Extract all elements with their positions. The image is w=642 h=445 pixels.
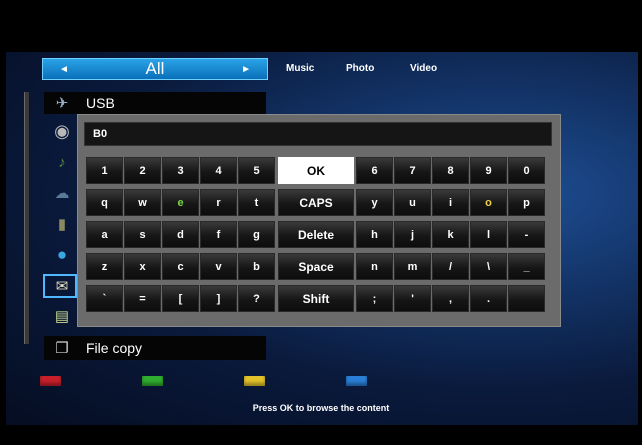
arrow-left-icon[interactable]: ◄ <box>59 64 69 75</box>
key-][interactable]: ] <box>200 285 237 312</box>
key-1[interactable]: 1 <box>86 157 123 184</box>
key-`[interactable]: ` <box>86 285 123 312</box>
key-m[interactable]: m <box>394 253 431 280</box>
key-4[interactable]: 4 <box>200 157 237 184</box>
key-?[interactable]: ? <box>238 285 275 312</box>
key-,[interactable]: , <box>432 285 469 312</box>
key-s[interactable]: s <box>124 221 161 248</box>
key-delete[interactable]: Delete <box>278 221 354 248</box>
key-z[interactable]: z <box>86 253 123 280</box>
yellow-button[interactable] <box>244 376 265 386</box>
key-u[interactable]: u <box>394 189 431 216</box>
key-i[interactable]: i <box>432 189 469 216</box>
upnp-icon[interactable]: ▮ <box>50 214 74 234</box>
file-copy-icon: ❐ <box>55 340 69 357</box>
key-g[interactable]: g <box>238 221 275 248</box>
key-shift[interactable]: Shift <box>278 285 354 312</box>
key-n[interactable]: n <box>356 253 393 280</box>
key-d[interactable]: d <box>162 221 199 248</box>
key-'[interactable]: ' <box>394 285 431 312</box>
help-hint-text: Press OK to browse the content <box>252 403 390 413</box>
tab-music[interactable]: Music <box>286 63 314 74</box>
photo-folder-icon[interactable]: ✉ <box>50 276 74 296</box>
key-q[interactable]: q <box>86 189 123 216</box>
key-y[interactable]: y <box>356 189 393 216</box>
key-space[interactable]: Space <box>278 253 354 280</box>
key-h[interactable]: h <box>356 221 393 248</box>
key-6[interactable]: 6 <box>356 157 393 184</box>
blue-button[interactable] <box>346 376 367 386</box>
key-/[interactable]: / <box>432 253 469 280</box>
key-5[interactable]: 5 <box>238 157 275 184</box>
key-o[interactable]: o <box>470 189 507 216</box>
key-b[interactable]: b <box>238 253 275 280</box>
key-_[interactable]: _ <box>508 253 545 280</box>
playlist-icon[interactable]: ▤ <box>50 306 74 326</box>
key-k[interactable]: k <box>432 221 469 248</box>
usb-icon: ✈ <box>55 95 69 112</box>
key-a[interactable]: a <box>86 221 123 248</box>
sidebar-scrollbar[interactable] <box>24 92 29 344</box>
music-note-icon[interactable]: ♪ <box>50 152 74 172</box>
sidebar-item-file-copy[interactable] <box>44 336 266 360</box>
key-t[interactable]: t <box>238 189 275 216</box>
category-current-label: All <box>145 59 165 78</box>
key-;[interactable]: ; <box>356 285 393 312</box>
key-=[interactable]: = <box>124 285 161 312</box>
key-l[interactable]: l <box>470 221 507 248</box>
key-[[interactable]: [ <box>162 285 199 312</box>
key-.[interactable]: . <box>470 285 507 312</box>
key-j[interactable]: j <box>394 221 431 248</box>
key--[interactable]: - <box>508 221 545 248</box>
green-button[interactable] <box>142 376 163 386</box>
key-7[interactable]: 7 <box>394 157 431 184</box>
key-8[interactable]: 8 <box>432 157 469 184</box>
key-9[interactable]: 9 <box>470 157 507 184</box>
sidebar-item-label: File copy <box>86 340 143 356</box>
arrow-right-icon[interactable]: ► <box>241 64 251 75</box>
globe-icon[interactable]: ● <box>50 245 74 265</box>
disc-icon[interactable]: ◉ <box>50 121 74 141</box>
key-w[interactable]: w <box>124 189 161 216</box>
key-3[interactable]: 3 <box>162 157 199 184</box>
media-browser-screen: ◄ All ► Music Photo Video ✈ USB ◉ ♪ ☁ ▮ … <box>0 0 642 445</box>
network-icon[interactable]: ☁ <box>50 183 74 203</box>
key-\[interactable]: \ <box>470 253 507 280</box>
keyboard-input-field[interactable]: B0 <box>84 122 552 146</box>
red-button[interactable] <box>40 376 61 386</box>
tab-video[interactable]: Video <box>410 63 437 74</box>
key-p[interactable]: p <box>508 189 545 216</box>
key-x[interactable]: x <box>124 253 161 280</box>
key-c[interactable]: c <box>162 253 199 280</box>
sidebar-item-label: USB <box>86 95 115 111</box>
tab-photo[interactable]: Photo <box>346 63 374 74</box>
sidebar-item-usb[interactable] <box>44 92 266 114</box>
key-r[interactable]: r <box>200 189 237 216</box>
key-0[interactable]: 0 <box>508 157 545 184</box>
key-f[interactable]: f <box>200 221 237 248</box>
key-v[interactable]: v <box>200 253 237 280</box>
key-caps[interactable]: CAPS <box>278 189 354 216</box>
key-2[interactable]: 2 <box>124 157 161 184</box>
key-blank[interactable] <box>508 285 545 312</box>
key-e[interactable]: e <box>162 189 199 216</box>
key-ok[interactable]: OK <box>278 157 354 184</box>
category-selector[interactable]: ◄ All ► <box>42 58 268 80</box>
onscreen-keyboard-dialog: B0 1 2 3 4 5 OK 6 7 8 9 0 q w e r t CAPS y u i o p a s d f g Delete… <box>77 114 561 327</box>
